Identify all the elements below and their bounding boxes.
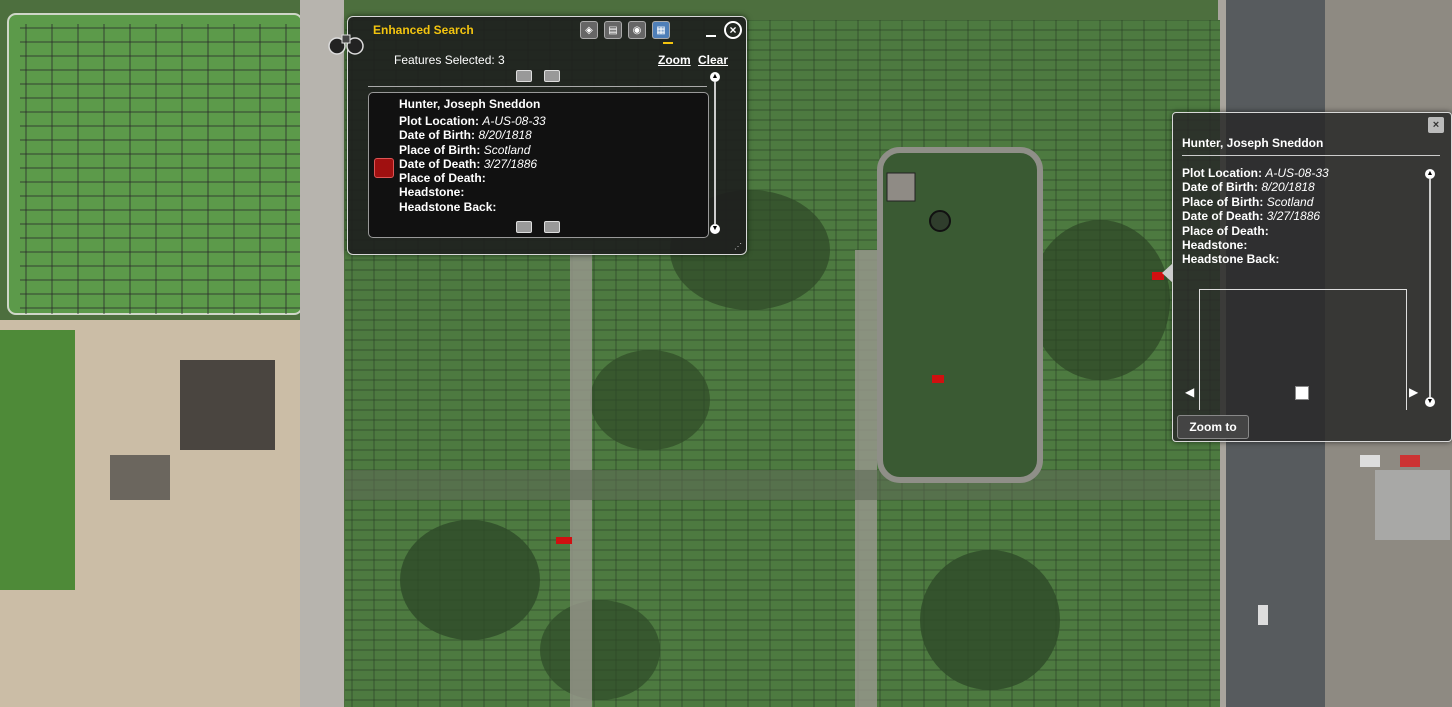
features-selected-count: Features Selected: 3 — [394, 53, 505, 67]
search-by-spatial-icon[interactable]: ◉ — [628, 21, 646, 39]
previous-result-strip — [368, 68, 707, 87]
dod-label: Date of Death: — [399, 156, 481, 171]
popup-close-button[interactable]: × — [1428, 117, 1444, 133]
scroll-down-icon[interactable]: ▼ — [1425, 397, 1435, 407]
scroll-up-icon[interactable]: ▲ — [1425, 169, 1435, 179]
dod-value: 3/27/1886 — [1266, 209, 1321, 224]
camera-icon[interactable] — [516, 221, 532, 233]
search-by-shape-icon[interactable]: ◈ — [580, 21, 598, 39]
headstone-label: Headstone: — [399, 185, 465, 200]
next-media-icon[interactable]: ▶ — [1409, 385, 1418, 399]
dob-value: 8/20/1818 — [478, 128, 532, 143]
pob-label: Place of Birth: — [1182, 194, 1264, 209]
result-name: Hunter, Joseph Sneddon — [399, 97, 541, 111]
headstone-back-label: Headstone Back: — [399, 199, 497, 214]
headstone-back-label: Headstone Back: — [1182, 252, 1280, 267]
popup-fields: Plot Location: A-US-08-33 Date of Birth:… — [1182, 166, 1329, 267]
clear-link[interactable]: Clear — [698, 53, 728, 67]
camera-icon[interactable] — [544, 221, 560, 233]
minimize-button[interactable] — [706, 35, 716, 37]
media-image-icon[interactable] — [1295, 386, 1309, 400]
result-symbol-swatch — [374, 158, 394, 178]
result-item[interactable]: Hunter, Joseph Sneddon Plot Location: A-… — [368, 92, 709, 238]
binoculars-icon — [328, 34, 364, 55]
headstone-label: Headstone: — [1182, 238, 1248, 253]
popup-pointer — [1162, 263, 1173, 283]
close-button[interactable]: × — [724, 21, 742, 39]
pod-label: Place of Death: — [1182, 223, 1269, 238]
panel-title: Enhanced Search — [373, 23, 474, 37]
active-tool-indicator — [663, 42, 673, 44]
zoom-to-button[interactable]: Zoom to — [1177, 415, 1249, 439]
plot-location-label: Plot Location: — [399, 114, 479, 128]
results-scrollbar[interactable]: ▲ ▼ — [710, 72, 720, 234]
dob-value: 8/20/1818 — [1261, 180, 1315, 195]
plot-location-label: Plot Location: — [1182, 166, 1262, 180]
plot-location-value: A-US-08-33 — [482, 114, 546, 128]
search-by-attribute-icon[interactable]: ▤ — [604, 21, 622, 39]
scroll-down-icon[interactable]: ▼ — [710, 224, 720, 234]
scroll-up-icon[interactable]: ▲ — [710, 72, 720, 82]
plot-location-value: A-US-08-33 — [1265, 166, 1329, 180]
dob-label: Date of Birth: — [399, 128, 475, 143]
pob-label: Place of Birth: — [399, 142, 481, 157]
pob-value: Scotland — [1266, 194, 1314, 209]
pob-value: Scotland — [483, 142, 531, 157]
dod-label: Date of Death: — [1182, 209, 1264, 224]
dob-label: Date of Birth: — [1182, 180, 1258, 195]
previous-media-icon[interactable]: ◀ — [1185, 385, 1194, 399]
enhanced-search-panel: Enhanced Search ◈ ▤ ◉ ▦ × Features Selec… — [328, 16, 747, 255]
zoom-link[interactable]: Zoom — [658, 53, 691, 67]
search-tools: ◈ ▤ ◉ ▦ — [580, 21, 670, 39]
camera-icon[interactable] — [516, 70, 532, 82]
resize-grip-icon[interactable]: ⋰ — [734, 242, 742, 251]
camera-icon[interactable] — [544, 70, 560, 82]
popup-name: Hunter, Joseph Sneddon — [1182, 136, 1324, 150]
feature-info-popup: × Hunter, Joseph Sneddon Plot Location: … — [1162, 112, 1452, 442]
popup-separator — [1182, 155, 1440, 156]
dod-value: 3/27/1886 — [483, 156, 538, 171]
pod-label: Place of Death: — [399, 171, 486, 186]
popup-scrollbar[interactable]: ▲ ▼ — [1425, 169, 1435, 407]
results-table-icon[interactable]: ▦ — [652, 21, 670, 39]
result-fields: Plot Location: A-US-08-33 Date of Birth:… — [399, 114, 546, 214]
